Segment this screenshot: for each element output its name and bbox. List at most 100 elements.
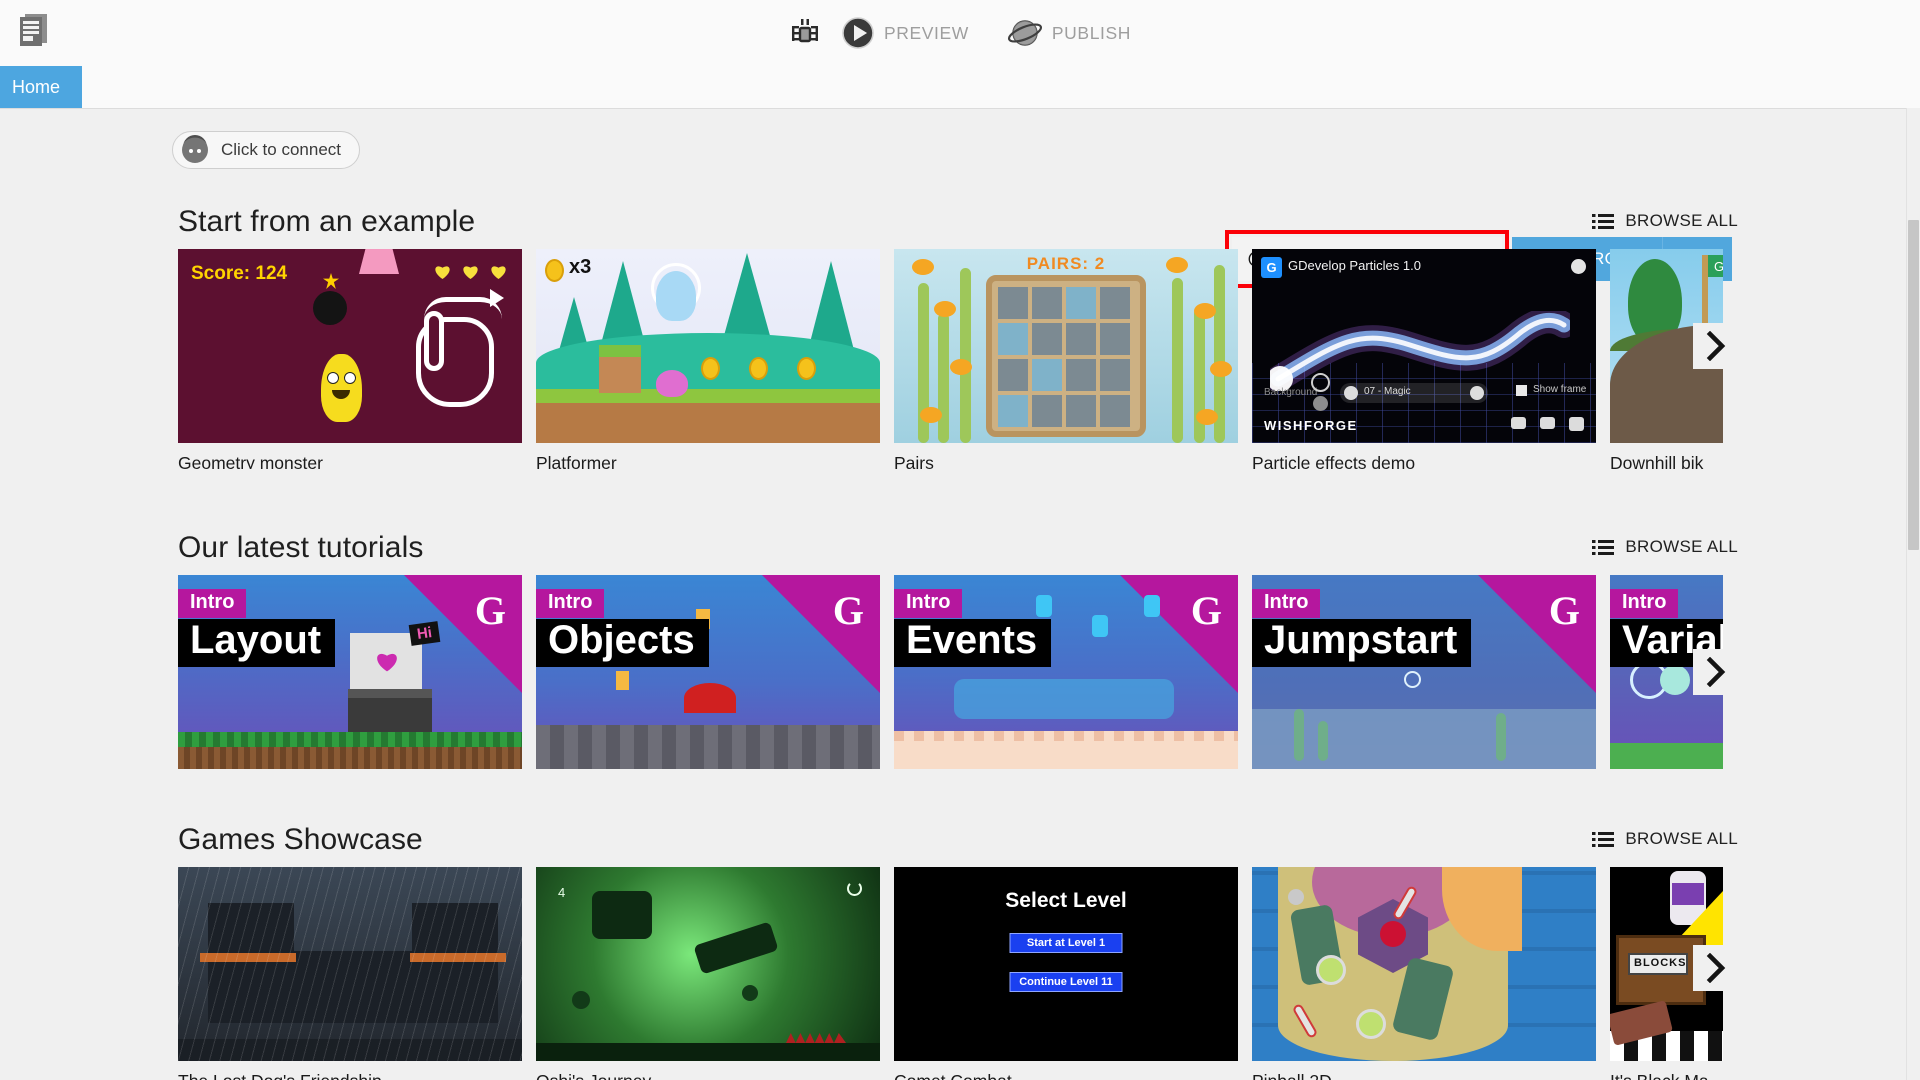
bug-icon (791, 19, 818, 43)
card-thumbnail: G Intro Events (894, 575, 1238, 769)
showcase-card-pinball-2d[interactable]: Pinball 2D (1252, 867, 1596, 1080)
card-thumbnail: G Intro Objects (536, 575, 880, 769)
twitter-icon (1540, 417, 1555, 429)
card-thumbnail (1252, 867, 1596, 1061)
showcase-card-comet-combat[interactable]: Select Level Start at Level 1 Continue L… (894, 867, 1238, 1080)
preset-label: 07 - Magic (1364, 386, 1411, 397)
top-toolbar: PREVIEW PUBLISH (0, 0, 1920, 66)
toggle-knob (1311, 373, 1330, 392)
card-title: Comet Combat (894, 1071, 1238, 1080)
card-title: Geometry monster (178, 453, 323, 469)
pairs-board (986, 275, 1146, 437)
tutorial-name: Objects (536, 619, 709, 667)
next-preset-icon (1470, 386, 1484, 400)
heart-icon (435, 266, 450, 280)
gdevelop-logo-icon: G (832, 588, 864, 633)
preset-selector: 07 - Magic (1340, 383, 1488, 403)
card-thumbnail: G Intro Jumpstart (1252, 575, 1596, 769)
list-icon (1592, 831, 1615, 847)
action-row: Click to connect (0, 121, 1920, 181)
chevron-right-icon (1706, 331, 1726, 361)
tutorial-card-jumpstart[interactable]: G Intro Jumpstart (1252, 575, 1596, 769)
browse-all-label: BROWSE ALL (1625, 829, 1738, 848)
home-content: Click to connect CREATE A BLANK PROJECT … (0, 108, 1920, 1080)
card-thumbnail: x3 (536, 249, 880, 443)
debug-button[interactable] (779, 13, 831, 53)
heart-icon (491, 266, 506, 280)
continue-level-button: Continue Level 11 (1009, 972, 1123, 992)
card-thumbnail: G Hi Intro Layout (178, 575, 522, 769)
browse-all-label: BROWSE ALL (1625, 537, 1738, 556)
monster-character (321, 354, 362, 422)
browse-all-label: BROWSE ALL (1625, 211, 1738, 230)
tutorial-kicker: Intro (178, 589, 247, 618)
card-thumbnail (178, 867, 522, 1061)
section-header-examples: Start from an example BROWSE ALL (178, 205, 1738, 247)
gdevelop-logo-icon: G (1261, 257, 1282, 278)
publish-button[interactable]: PUBLISH (997, 13, 1141, 53)
tutorial-card-objects[interactable]: G Intro Objects (536, 575, 880, 769)
gdevelop-logo-icon: G (474, 588, 506, 633)
card-thumbnail: PAIRS: 2 (894, 249, 1238, 443)
section-title: Our latest tutorials (178, 531, 424, 564)
section-title: Games Showcase (178, 823, 423, 856)
preview-publish-toolbar: PREVIEW PUBLISH (779, 0, 1141, 66)
example-card-particle-effects-demo[interactable]: G GDevelop Particles 1.0 Background 07 -… (1252, 249, 1596, 469)
click-to-connect-label: Click to connect (221, 140, 341, 159)
showcase-card-oshis-journey[interactable]: 4 Oshi's Journey (536, 867, 880, 1080)
showcase-row: The Lost Dog's Friendship 4 Oshi's Journ… (178, 867, 1798, 1080)
tutorial-name: Jumpstart (1252, 619, 1472, 667)
page-scrollbar-track[interactable] (1906, 108, 1920, 1080)
list-icon (1592, 539, 1615, 555)
tab-bar: Home (0, 66, 1920, 108)
section-header-tutorials: Our latest tutorials BROWSE ALL (178, 531, 1738, 573)
prev-preset-icon (1344, 386, 1358, 400)
click-to-connect-button[interactable]: Click to connect (172, 131, 360, 169)
example-card-platformer[interactable]: x3 Platformer (536, 249, 880, 469)
score-label: Score: 124 (191, 263, 288, 284)
card-thumbnail: G GDevelop Particles 1.0 Background 07 -… (1252, 249, 1596, 443)
user-avatar-icon (182, 135, 208, 163)
tutorial-card-events[interactable]: G Intro Events (894, 575, 1238, 769)
start-at-level-button: Start at Level 1 (1009, 933, 1123, 953)
hand-finger (424, 311, 444, 371)
browse-all-tutorials-button[interactable]: BROWSE ALL (1592, 537, 1738, 557)
documents-icon[interactable] (12, 8, 56, 52)
fuse-spark (323, 273, 339, 289)
example-card-geometry-monster[interactable]: Score: 124 Geometry monster (178, 249, 522, 469)
youtube-icon (1511, 417, 1526, 429)
publish-label: PUBLISH (1051, 22, 1132, 43)
browse-all-showcase-button[interactable]: BROWSE ALL (1592, 829, 1738, 849)
preview-button[interactable]: PREVIEW (831, 12, 979, 54)
tutorial-name: Events (894, 619, 1052, 667)
coin-count-label: x3 (569, 256, 592, 278)
example-card-pairs[interactable]: PAIRS: 2 Pairs (894, 249, 1238, 469)
tab-home[interactable]: Home (0, 66, 82, 108)
show-frame-label: Show frame (1533, 384, 1587, 395)
tutorial-kicker: Intro (1252, 589, 1321, 618)
page-scrollbar-thumb[interactable] (1908, 220, 1919, 550)
pentagon-shape (359, 249, 399, 274)
examples-next-arrow[interactable] (1693, 323, 1739, 369)
browse-all-examples-button[interactable]: BROWSE ALL (1592, 211, 1738, 231)
tutorials-row: G Hi Intro Layout G Intro Objects G Intr… (178, 575, 1798, 775)
planet-icon (1007, 20, 1042, 46)
tutorial-kicker: Intro (1610, 589, 1679, 618)
chevron-right-icon (1706, 953, 1726, 983)
player-character (656, 271, 696, 321)
list-icon (1592, 213, 1615, 229)
tutorial-card-layout[interactable]: G Hi Intro Layout (178, 575, 522, 769)
tutorial-name: Layout (178, 619, 336, 667)
tutorial-kicker: Intro (894, 589, 963, 618)
pairs-hud-label: PAIRS: 2 (1026, 254, 1106, 273)
chevron-right-icon (1706, 657, 1726, 687)
particles-app-title: GDevelop Particles 1.0 (1288, 258, 1421, 273)
showcase-next-arrow[interactable] (1693, 945, 1739, 991)
heart-icon (463, 266, 478, 280)
play-circle-icon (842, 17, 874, 49)
card-title: The Lost Dog's Friendship (178, 1071, 522, 1080)
card-title: Pairs (894, 453, 934, 469)
tutorials-next-arrow[interactable] (1693, 649, 1739, 695)
showcase-card-the-lost-dogs-friendship[interactable]: The Lost Dog's Friendship (178, 867, 522, 1080)
examples-row: Score: 124 Geometry monster x3 Platforme… (178, 249, 1798, 469)
